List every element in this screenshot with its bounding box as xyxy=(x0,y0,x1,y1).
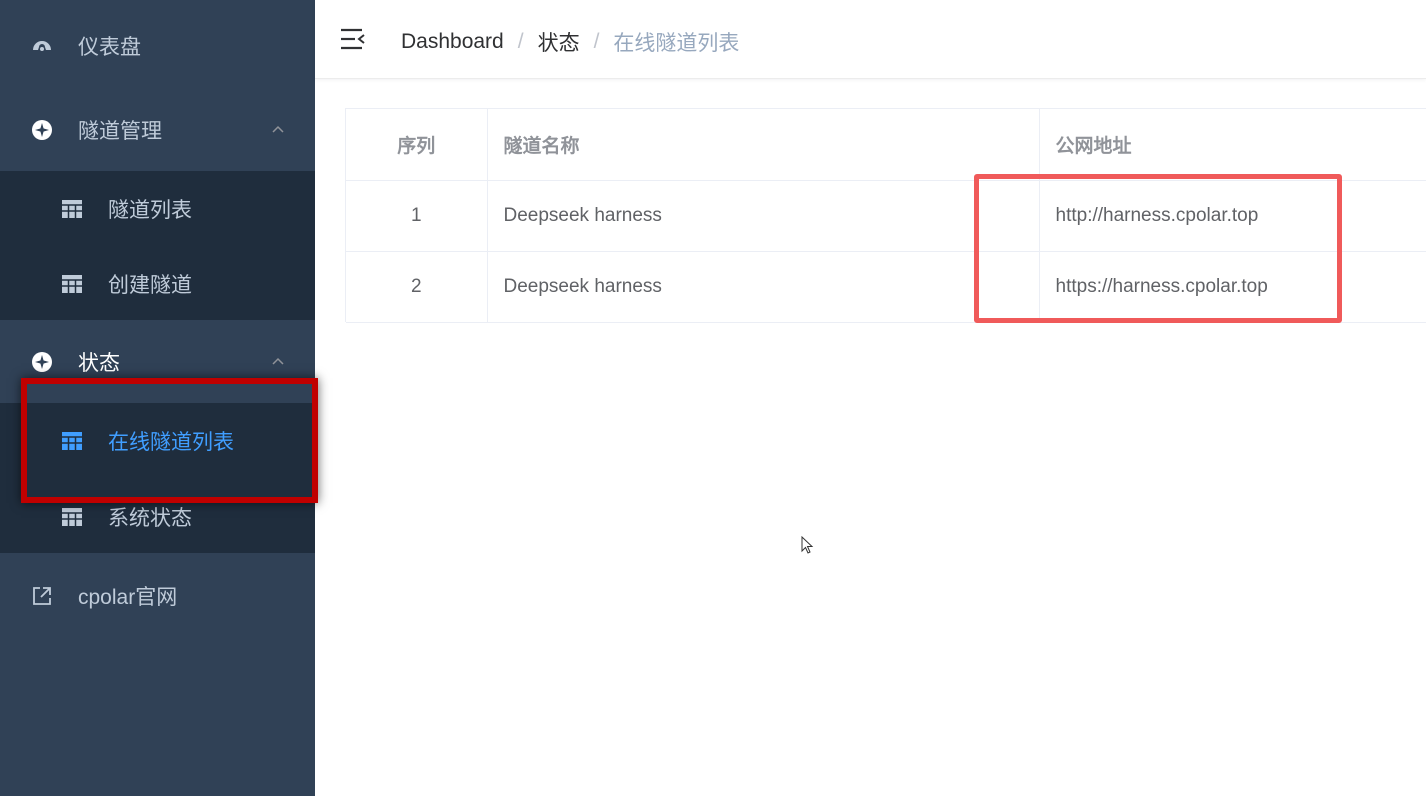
table-icon xyxy=(60,197,84,221)
chevron-up-icon xyxy=(272,357,284,365)
breadcrumb-section: 状态 xyxy=(537,32,580,55)
menu-item-tunnel-list[interactable]: 隧道列表 xyxy=(0,181,315,237)
hamburger-icon[interactable] xyxy=(340,28,366,50)
menu-label: 创建隧道 xyxy=(108,274,192,297)
cell-index: 1 xyxy=(346,180,488,252)
cell-tunnel-name: Deepseek harness xyxy=(487,180,1040,252)
breadcrumb-separator: / xyxy=(593,30,600,53)
column-header-index: 序列 xyxy=(346,109,488,181)
navbar: Dashboard / 状态 / 在线隧道列表 xyxy=(315,0,1426,79)
menu-label: 隧道管理 xyxy=(78,120,162,143)
dashboard-icon xyxy=(30,34,54,58)
table-icon xyxy=(60,505,84,529)
compass-icon xyxy=(30,350,54,374)
cell-index: 2 xyxy=(346,251,488,323)
table-icon xyxy=(60,272,84,296)
sidebar: 仪表盘 隧道管理 隧道列表 创建隧道 状态 在线隧道列表 系统状态 cpolar… xyxy=(0,0,318,796)
breadcrumb-current: 在线隧道列表 xyxy=(613,32,740,55)
external-link-icon xyxy=(30,584,54,608)
menu-label: 状态 xyxy=(78,352,120,375)
breadcrumb-separator: / xyxy=(517,30,524,53)
compass-icon xyxy=(30,118,54,142)
breadcrumb-home[interactable]: Dashboard xyxy=(401,30,504,54)
cell-tunnel-name: Deepseek harness xyxy=(487,251,1040,323)
table-header-row: 序列 隧道名称 公网地址 xyxy=(346,109,1426,181)
annotation-highlight-box xyxy=(974,174,1342,323)
menu-item-dashboard[interactable]: 仪表盘 xyxy=(0,18,315,74)
menu-item-cpolar-site[interactable]: cpolar官网 xyxy=(0,568,315,624)
column-header-public-url: 公网地址 xyxy=(1039,109,1426,181)
column-header-name: 隧道名称 xyxy=(487,109,1040,181)
chevron-up-icon xyxy=(272,125,284,133)
mouse-cursor-icon xyxy=(801,536,814,554)
menu-item-create-tunnel[interactable]: 创建隧道 xyxy=(0,256,315,312)
menu-label: 系统状态 xyxy=(108,507,192,530)
menu-label: 仪表盘 xyxy=(78,36,141,59)
menu-item-tunnel-mgmt[interactable]: 隧道管理 xyxy=(0,102,315,158)
menu-label: 隧道列表 xyxy=(108,199,192,222)
menu-label: cpolar官网 xyxy=(78,586,178,609)
breadcrumb: Dashboard / 状态 / 在线隧道列表 xyxy=(401,27,739,57)
annotation-highlight-box xyxy=(21,378,318,503)
